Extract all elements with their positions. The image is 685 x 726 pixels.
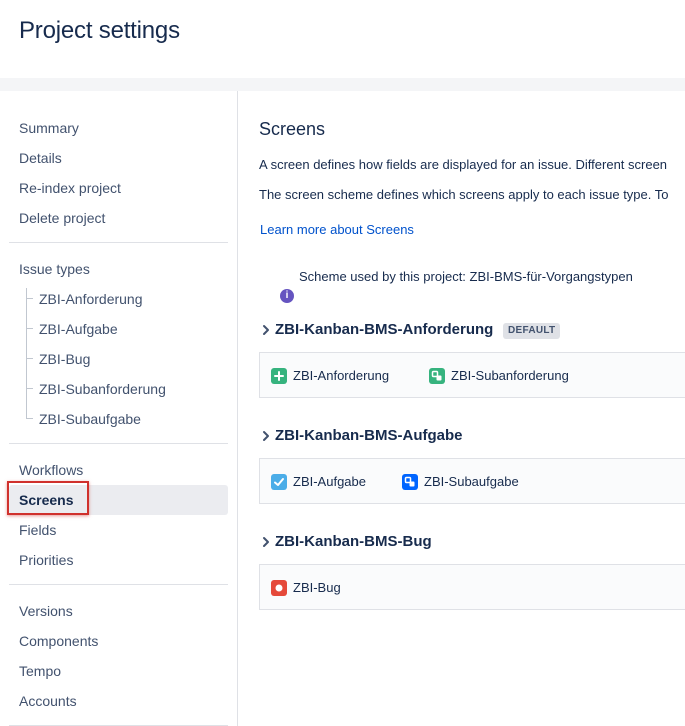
sidebar-item-issue-type[interactable]: ZBI-Aufgabe (9, 314, 228, 344)
sidebar-item-components[interactable]: Components (9, 626, 228, 656)
sidebar-item-label: Accounts (19, 693, 77, 709)
sidebar-item-workflows[interactable]: Workflows (9, 455, 228, 485)
info-icon[interactable]: i (280, 289, 294, 303)
chevron-right-icon (263, 325, 269, 335)
sidebar-item-accounts[interactable]: Accounts (9, 686, 228, 716)
page-header: Project settings (0, 0, 685, 78)
plus-icon (271, 368, 287, 384)
sidebar-item-label: Versions (19, 603, 73, 619)
sidebar-item-label: Issue types (19, 261, 90, 277)
sidebar-item-label: Priorities (19, 552, 74, 568)
sidebar-divider (9, 242, 228, 243)
sidebar-divider (9, 584, 228, 585)
default-badge: DEFAULT (503, 323, 561, 339)
issue-type-label: ZBI-Subaufgabe (424, 474, 519, 489)
chevron-right-icon (263, 431, 269, 441)
issue-type-label: ZBI-Bug (293, 580, 341, 595)
learn-more-link[interactable]: Learn more about Screens (260, 222, 414, 237)
sidebar-divider (9, 443, 228, 444)
sidebar-item-fields[interactable]: Fields (9, 515, 228, 545)
sidebar-item-label: ZBI-Aufgabe (39, 321, 118, 337)
subtask-icon (429, 368, 445, 384)
description-line: The screen scheme defines which screens … (259, 187, 669, 202)
sidebar-item-label: ZBI-Bug (39, 351, 91, 367)
sidebar-item-label: ZBI-Subanforderung (39, 381, 166, 397)
issue-type-label: ZBI-Aufgabe (293, 474, 366, 489)
page-title: Project settings (19, 17, 180, 44)
scheme-header-aufgabe[interactable]: ZBI-Kanban-BMS-Aufgabe (261, 426, 561, 448)
sidebar-item-issue-type[interactable]: ZBI-Anforderung (9, 284, 228, 314)
sidebar-item-label: Summary (19, 120, 79, 136)
sidebar-item-label: Re-index project (19, 180, 121, 196)
chevron-right-icon (263, 537, 269, 547)
issue-type-label: ZBI-Anforderung (293, 368, 390, 383)
sidebar-item-delete-project[interactable]: Delete project (9, 203, 228, 233)
sidebar-item-label: Workflows (19, 462, 84, 478)
sidebar-item-summary[interactable]: Summary (9, 113, 228, 143)
sidebar-item-screens[interactable]: Screens (9, 485, 228, 515)
sidebar-item-issue-type[interactable]: ZBI-Bug (9, 344, 228, 374)
sidebar-item-label: Tempo (19, 663, 62, 679)
scheme-issue-types-panel: ZBI-Bug (259, 564, 685, 610)
issue-type-label: ZBI-Subanforderung (451, 368, 569, 383)
content-title: Screens (259, 119, 326, 139)
scheme-issue-types-panel: ZBI-Aufgabe ZBI-Subaufgabe (259, 458, 685, 504)
sidebar-item-label: Details (19, 150, 62, 166)
sidebar-item-issue-types[interactable]: Issue types (9, 254, 228, 284)
sidebar-item-label: Components (19, 633, 99, 649)
description-line: A screen defines how fields are displaye… (259, 157, 668, 172)
main-content: Screens A screen defines how fields are … (239, 91, 685, 726)
sidebar-item-priorities[interactable]: Priorities (9, 545, 228, 575)
checkbox-icon (271, 474, 287, 490)
sidebar-item-versions[interactable]: Versions (9, 596, 228, 626)
sidebar-item-issue-type[interactable]: ZBI-Subaufgabe (9, 404, 228, 434)
sidebar-item-label: Delete project (19, 210, 106, 226)
header-band (0, 78, 685, 91)
sidebar-item-details[interactable]: Details (9, 143, 228, 173)
subtask-icon (402, 474, 418, 490)
sidebar-item-issue-type[interactable]: ZBI-Subanforderung (9, 374, 228, 404)
scheme-name: ZBI-Kanban-BMS-Anforderung (275, 321, 494, 338)
sidebar-item-reindex[interactable]: Re-index project (9, 173, 228, 203)
scheme-header-anforderung[interactable]: ZBI-Kanban-BMS-Anforderung DEFAULT (261, 320, 581, 342)
scheme-name: ZBI-Kanban-BMS-Bug (275, 533, 432, 550)
sidebar-item-label: ZBI-Anforderung (39, 291, 143, 307)
sidebar: Summary Details Re-index project Delete … (0, 91, 238, 726)
sidebar-item-tempo[interactable]: Tempo (9, 656, 228, 686)
sidebar-item-label: Fields (19, 522, 57, 538)
scheme-issue-types-panel: ZBI-Anforderung ZBI-Subanforderung (259, 352, 685, 398)
sidebar-item-label: ZBI-Subaufgabe (39, 411, 141, 427)
scheme-name: ZBI-Kanban-BMS-Aufgabe (275, 427, 463, 444)
scheme-header-bug[interactable]: ZBI-Kanban-BMS-Bug (261, 532, 521, 554)
bug-icon (271, 580, 287, 596)
sidebar-item-label: Screens (19, 492, 74, 508)
scheme-used-text: Scheme used by this project: ZBI-BMS-für… (299, 269, 633, 284)
